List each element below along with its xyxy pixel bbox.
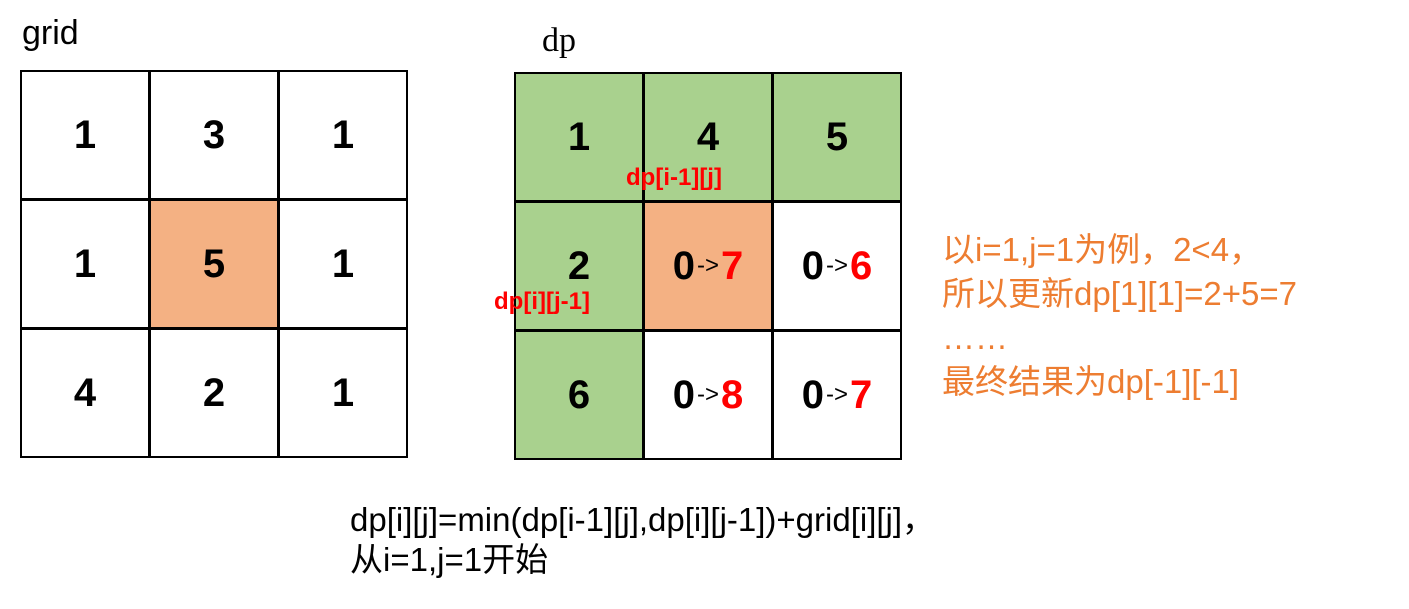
grid-cell: 4: [22, 330, 148, 456]
old-value: 0: [801, 372, 824, 417]
formula-line: 从i=1,j=1开始: [350, 541, 549, 578]
grid-cell: 1: [280, 201, 406, 327]
old-value: 0: [672, 372, 695, 417]
new-value: 8: [721, 372, 744, 417]
note-line: 所以更新dp[1][1]=2+5=7: [942, 275, 1297, 312]
grid-cell: 2: [151, 330, 277, 456]
old-value: 0: [672, 243, 695, 288]
dp-cell-update: 0 -> 7: [774, 332, 900, 458]
dp-title: dp: [542, 22, 576, 59]
explanation-note: 以i=1,j=1为例，2<4， 所以更新dp[1][1]=2+5=7 …… 最终…: [942, 228, 1297, 404]
dp-table: 1 4 5 2 0 -> 7 0 -> 6 6 0 -> 8 0 -> 7: [514, 72, 902, 460]
dp-cell-update: 0 -> 6: [774, 203, 900, 329]
grid-cell: 3: [151, 72, 277, 198]
grid-cell: 1: [280, 72, 406, 198]
recurrence-formula: dp[i][j]=min(dp[i-1][j],dp[i][j-1])+grid…: [350, 500, 935, 580]
arrow: ->: [696, 381, 719, 408]
new-value: 6: [850, 243, 873, 288]
dp-label-left: dp[i][j-1]: [494, 288, 590, 315]
dp-cell: 5: [774, 74, 900, 200]
dp-cell-update: 0 -> 7: [645, 203, 771, 329]
arrow: ->: [825, 252, 848, 279]
grid-cell: 1: [280, 330, 406, 456]
grid-cell-highlighted: 5: [151, 201, 277, 327]
new-value: 7: [721, 243, 744, 288]
new-value: 7: [850, 372, 873, 417]
formula-line: dp[i][j]=min(dp[i-1][j],dp[i][j-1])+grid…: [350, 501, 936, 538]
note-line: ……: [942, 319, 1008, 356]
old-value: 0: [801, 243, 824, 288]
grid-title: grid: [22, 14, 79, 52]
dp-cell-update: 0 -> 8: [645, 332, 771, 458]
dp-cell: 6: [516, 332, 642, 458]
grid-cell: 1: [22, 72, 148, 198]
grid-table: 1 3 1 1 5 1 4 2 1: [20, 70, 408, 458]
note-line: 最终结果为dp[-1][-1]: [942, 363, 1240, 400]
note-line: 以i=1,j=1为例，2<4，: [942, 231, 1263, 268]
dp-label-up: dp[i-1][j]: [626, 164, 722, 191]
grid-cell: 1: [22, 201, 148, 327]
arrow: ->: [696, 252, 719, 279]
arrow: ->: [825, 381, 848, 408]
dp-cell: 1: [516, 74, 642, 200]
